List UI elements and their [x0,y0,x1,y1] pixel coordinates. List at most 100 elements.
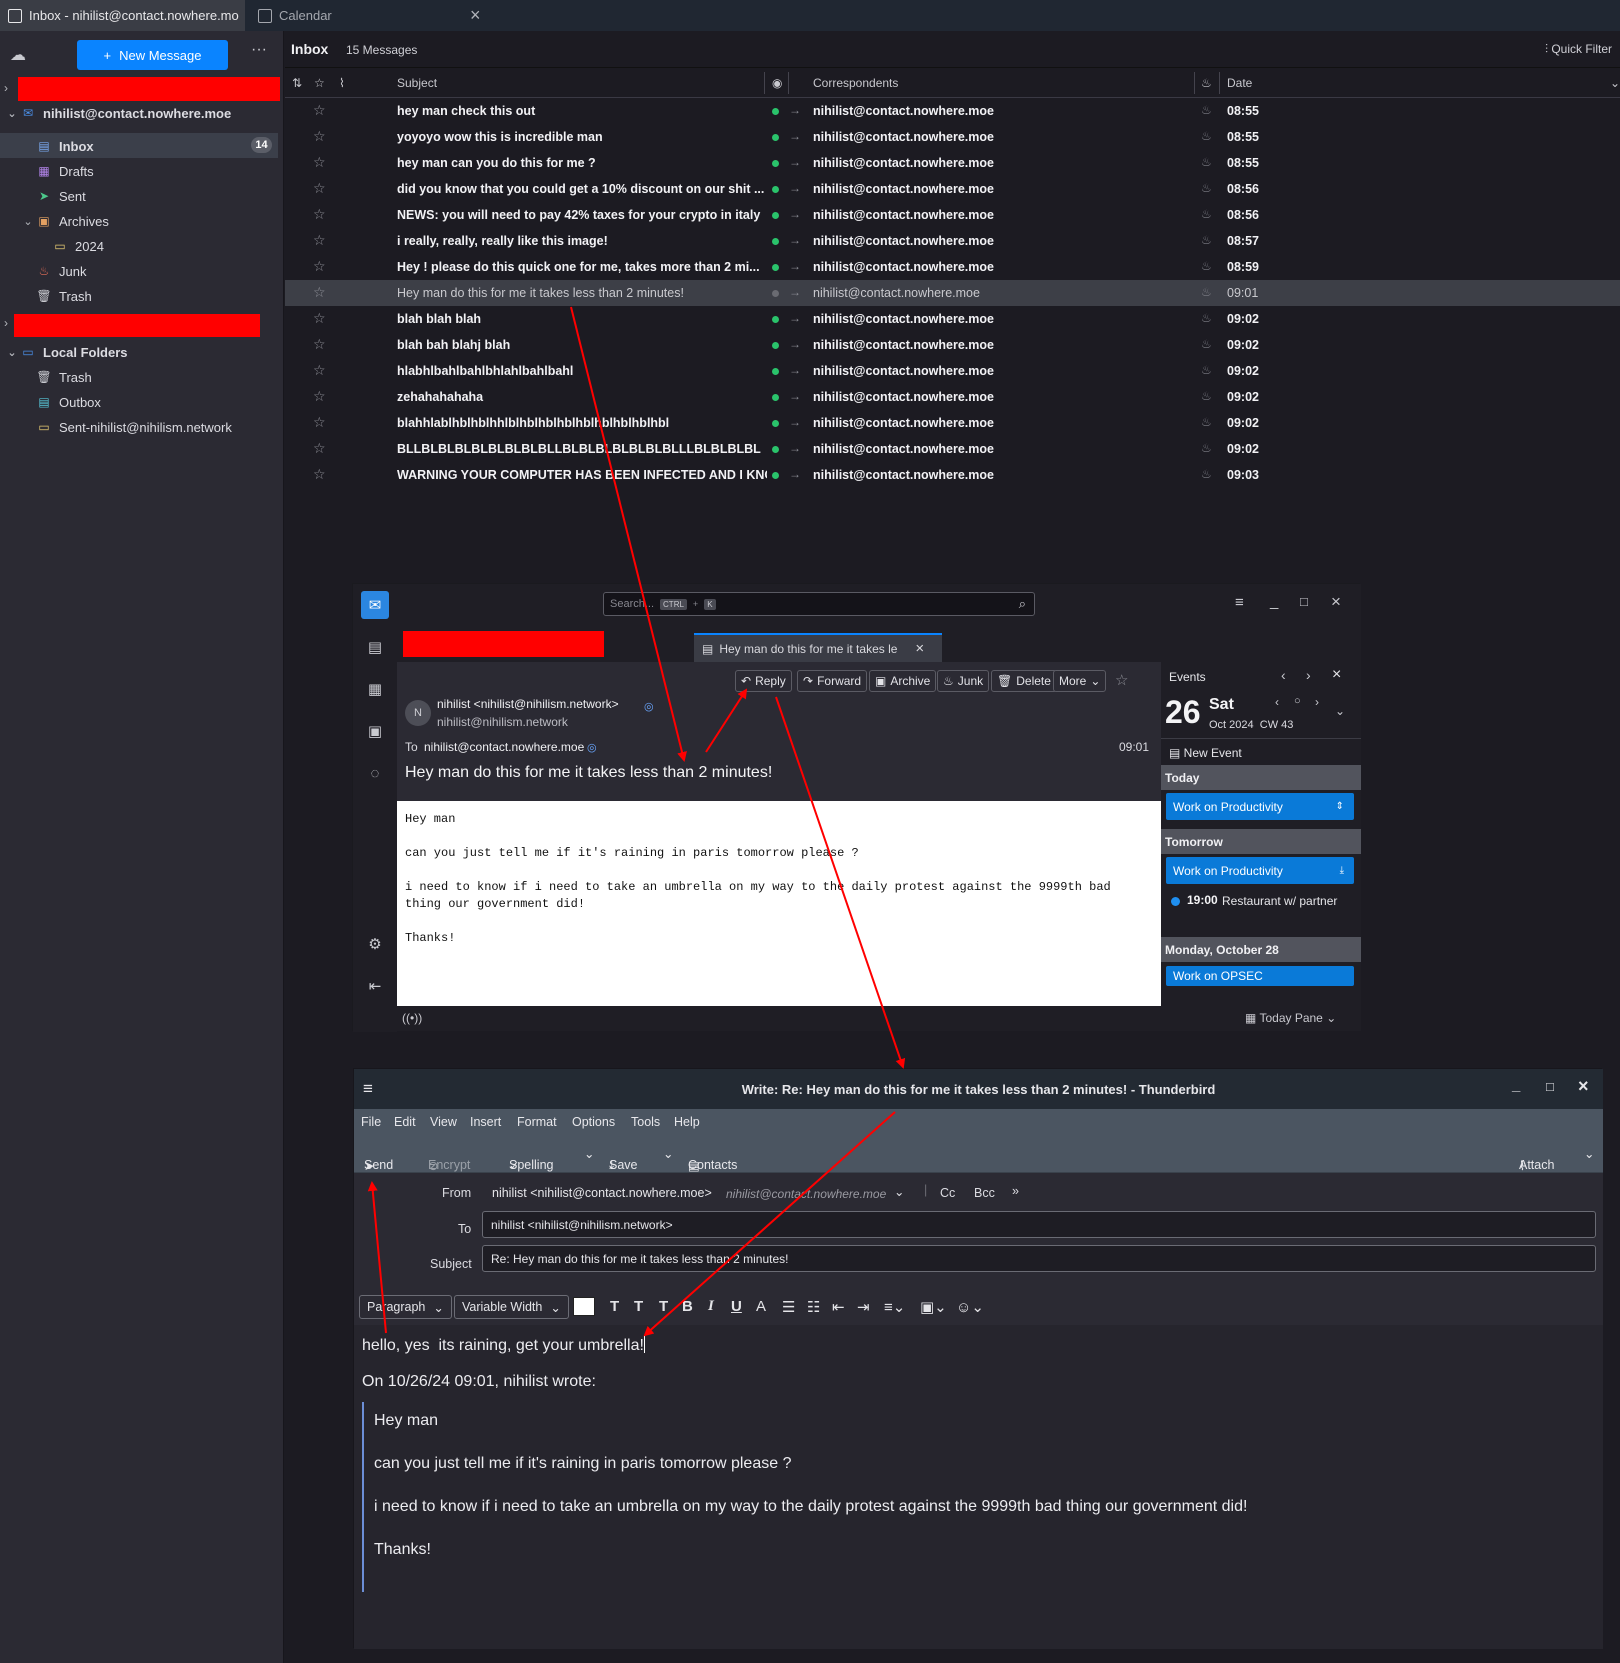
junk-button[interactable]: ♨ Junk [937,670,990,692]
from-value[interactable]: nihilist <nihilist@contact.nowhere.moe> [492,1186,712,1200]
local-trash[interactable]: 🗑 Trash [20,365,91,389]
table-row[interactable]: ☆ blah bah blahj blah → nihilist@contact.no… [285,332,1620,358]
save-dropdown-icon[interactable]: ⌄ [663,1146,673,1161]
chevron-left-icon[interactable]: ‹ [1281,667,1286,683]
insert-image-icon[interactable]: ▣⌄ [920,1298,947,1316]
reply-button[interactable]: ↶ Reply [735,670,792,692]
more-fields-icon[interactable]: » [1012,1184,1019,1198]
star-icon[interactable]: ☆ [313,362,326,379]
numbered-list-icon[interactable]: ☷ [807,1298,820,1316]
close-icon[interactable]: × [915,640,924,657]
from-name[interactable]: nihilist <nihilist@nihilism.network> [437,697,619,711]
maximize-icon[interactable]: □ [1300,594,1308,609]
minimize-icon[interactable]: _ [1270,593,1278,610]
star-icon[interactable]: ☆ [313,284,326,301]
contact-icon[interactable]: ◎ [587,741,597,754]
event-item[interactable]: Work on Productivity ⇕ [1166,793,1354,820]
bcc-button[interactable]: Bcc [974,1186,995,1200]
menu-options[interactable]: Options [572,1115,615,1129]
font-select[interactable]: Variable Width ⌄ [454,1295,569,1319]
attach-dropdown-icon[interactable]: ⌄ [1584,1146,1594,1161]
chevron-down-icon[interactable]: ⌄ [1610,76,1620,90]
read-status-dot[interactable] [772,342,779,349]
read-status-dot[interactable] [772,420,779,427]
local-outbox[interactable]: ▤ Outbox [20,390,101,414]
address-book-icon[interactable]: ▤ [361,633,389,661]
junk-status-icon[interactable]: ♨ [1201,259,1212,273]
subject-field[interactable]: Re: Hey man do this for me it takes less… [482,1245,1596,1272]
read-status-dot[interactable] [772,186,779,193]
font-size-up-icon[interactable]: T [610,1298,619,1315]
star-icon[interactable]: ☆ [313,440,326,457]
menu-format[interactable]: Format [517,1115,557,1129]
bold-icon[interactable]: B [682,1298,693,1315]
event-title[interactable]: Restaurant w/ partner [1222,893,1342,909]
folder-drafts[interactable]: ▦ Drafts [20,159,93,183]
bullet-list-icon[interactable]: ☰ [782,1298,795,1316]
close-icon[interactable]: × [1332,666,1341,684]
settings-icon[interactable]: ⚙ [361,930,389,958]
folder-junk[interactable]: ♨ Junk [20,259,87,283]
table-row[interactable]: ☆ did you know that you could get a 10% d… [285,176,1620,202]
collapse-icon[interactable]: ⇤ [361,972,389,1000]
read-status-dot[interactable] [772,264,779,271]
italic-icon[interactable]: I [708,1298,714,1315]
junk-status-icon[interactable]: ♨ [1201,181,1212,195]
message-tab[interactable]: ▤ Hey man do this for me it takes le × [694,633,942,662]
compose-body[interactable]: hello, yes its raining, get your umbrell… [354,1325,1603,1649]
menu-file[interactable]: File [361,1115,381,1129]
star-icon[interactable]: ☆ [313,128,326,145]
archive-button[interactable]: ▣ Archive [869,670,937,692]
table-row[interactable]: ☆ i really, really, really like this imag… [285,228,1620,254]
menu-tools[interactable]: Tools [631,1115,660,1129]
junk-status-icon[interactable]: ♨ [1201,415,1212,429]
menu-help[interactable]: Help [674,1115,700,1129]
read-status-dot[interactable] [772,134,779,141]
spelling-dropdown-icon[interactable]: ⌄ [584,1146,594,1161]
table-row[interactable]: ☆ hey man can you do this for me ? → nihili… [285,150,1620,176]
table-row[interactable]: ☆ BLLBLBLBLBLBLBLBLBLLBLBLBLBLBLBLBLLLBLB… [285,436,1620,462]
contact-icon[interactable]: ◎ [644,700,654,713]
chat-icon[interactable]: ◌ [361,759,389,787]
junk-status-icon[interactable]: ♨ [1201,129,1212,143]
local-folders-node[interactable]: ⌄ ▭ Local Folders [4,340,127,364]
star-icon[interactable]: ☆ [313,180,326,197]
chevron-down-icon[interactable]: ⌄ [1335,704,1345,718]
table-row[interactable]: ☆ hey man check this out → nihilist@contact… [285,98,1620,124]
star-icon[interactable]: ☆ [313,414,326,431]
to-address[interactable]: nihilist@contact.nowhere.moe [424,740,584,754]
new-event-button[interactable]: ▤ New Event [1169,746,1242,760]
today-pane-toggle[interactable]: ▦ Today Pane ⌄ [1245,1011,1336,1025]
table-row[interactable]: ☆ NEWS: you will need to pay 42% taxes fo… [285,202,1620,228]
close-icon[interactable]: × [1578,1076,1589,1097]
paperclip-icon[interactable]: ⌇ [339,76,345,90]
star-icon[interactable]: ☆ [313,336,326,353]
align-icon[interactable]: ≡⌄ [884,1298,905,1316]
star-icon[interactable]: ☆ [313,388,326,405]
star-icon[interactable]: ☆ [313,310,326,327]
chevron-down-icon[interactable]: ⌄ [894,1184,904,1199]
table-row[interactable]: ☆ blah blah blah → nihilist@contact.nowhere… [285,306,1620,332]
junk-status-icon[interactable]: ♨ [1201,467,1212,481]
reply-text[interactable]: hello, yes its raining, get your umbrell… [362,1335,645,1355]
read-status-dot[interactable] [772,290,779,297]
read-status-dot[interactable] [772,108,779,115]
junk-status-icon[interactable]: ♨ [1201,233,1212,247]
table-row[interactable]: ☆ Hey man do this for me it takes less th… [285,280,1620,306]
junk-status-icon[interactable]: ♨ [1201,337,1212,351]
event-item[interactable]: Work on Productivity ⤓ [1166,857,1354,884]
close-icon[interactable]: × [470,5,481,26]
star-icon[interactable]: ☆ [313,258,326,275]
to-field[interactable]: nihilist <nihilist@nihilism.network> [482,1211,1596,1238]
chevron-right-icon[interactable]: › [1315,695,1319,709]
junk-status-icon[interactable]: ♨ [1201,311,1212,325]
star-icon[interactable]: ☆ [1115,671,1128,689]
read-status-dot[interactable] [772,472,779,479]
column-date[interactable]: Date [1227,76,1252,90]
table-row[interactable]: ☆ blahhlablhblhblhhlblhblhblhblhblhblhblh… [285,410,1620,436]
junk-status-icon[interactable]: ♨ [1201,207,1212,221]
star-icon[interactable]: ☆ [313,102,326,119]
chevron-right-icon[interactable]: › [4,81,8,95]
junk-status-icon[interactable]: ♨ [1201,441,1212,455]
read-status-icon[interactable]: ◉ [772,76,782,90]
